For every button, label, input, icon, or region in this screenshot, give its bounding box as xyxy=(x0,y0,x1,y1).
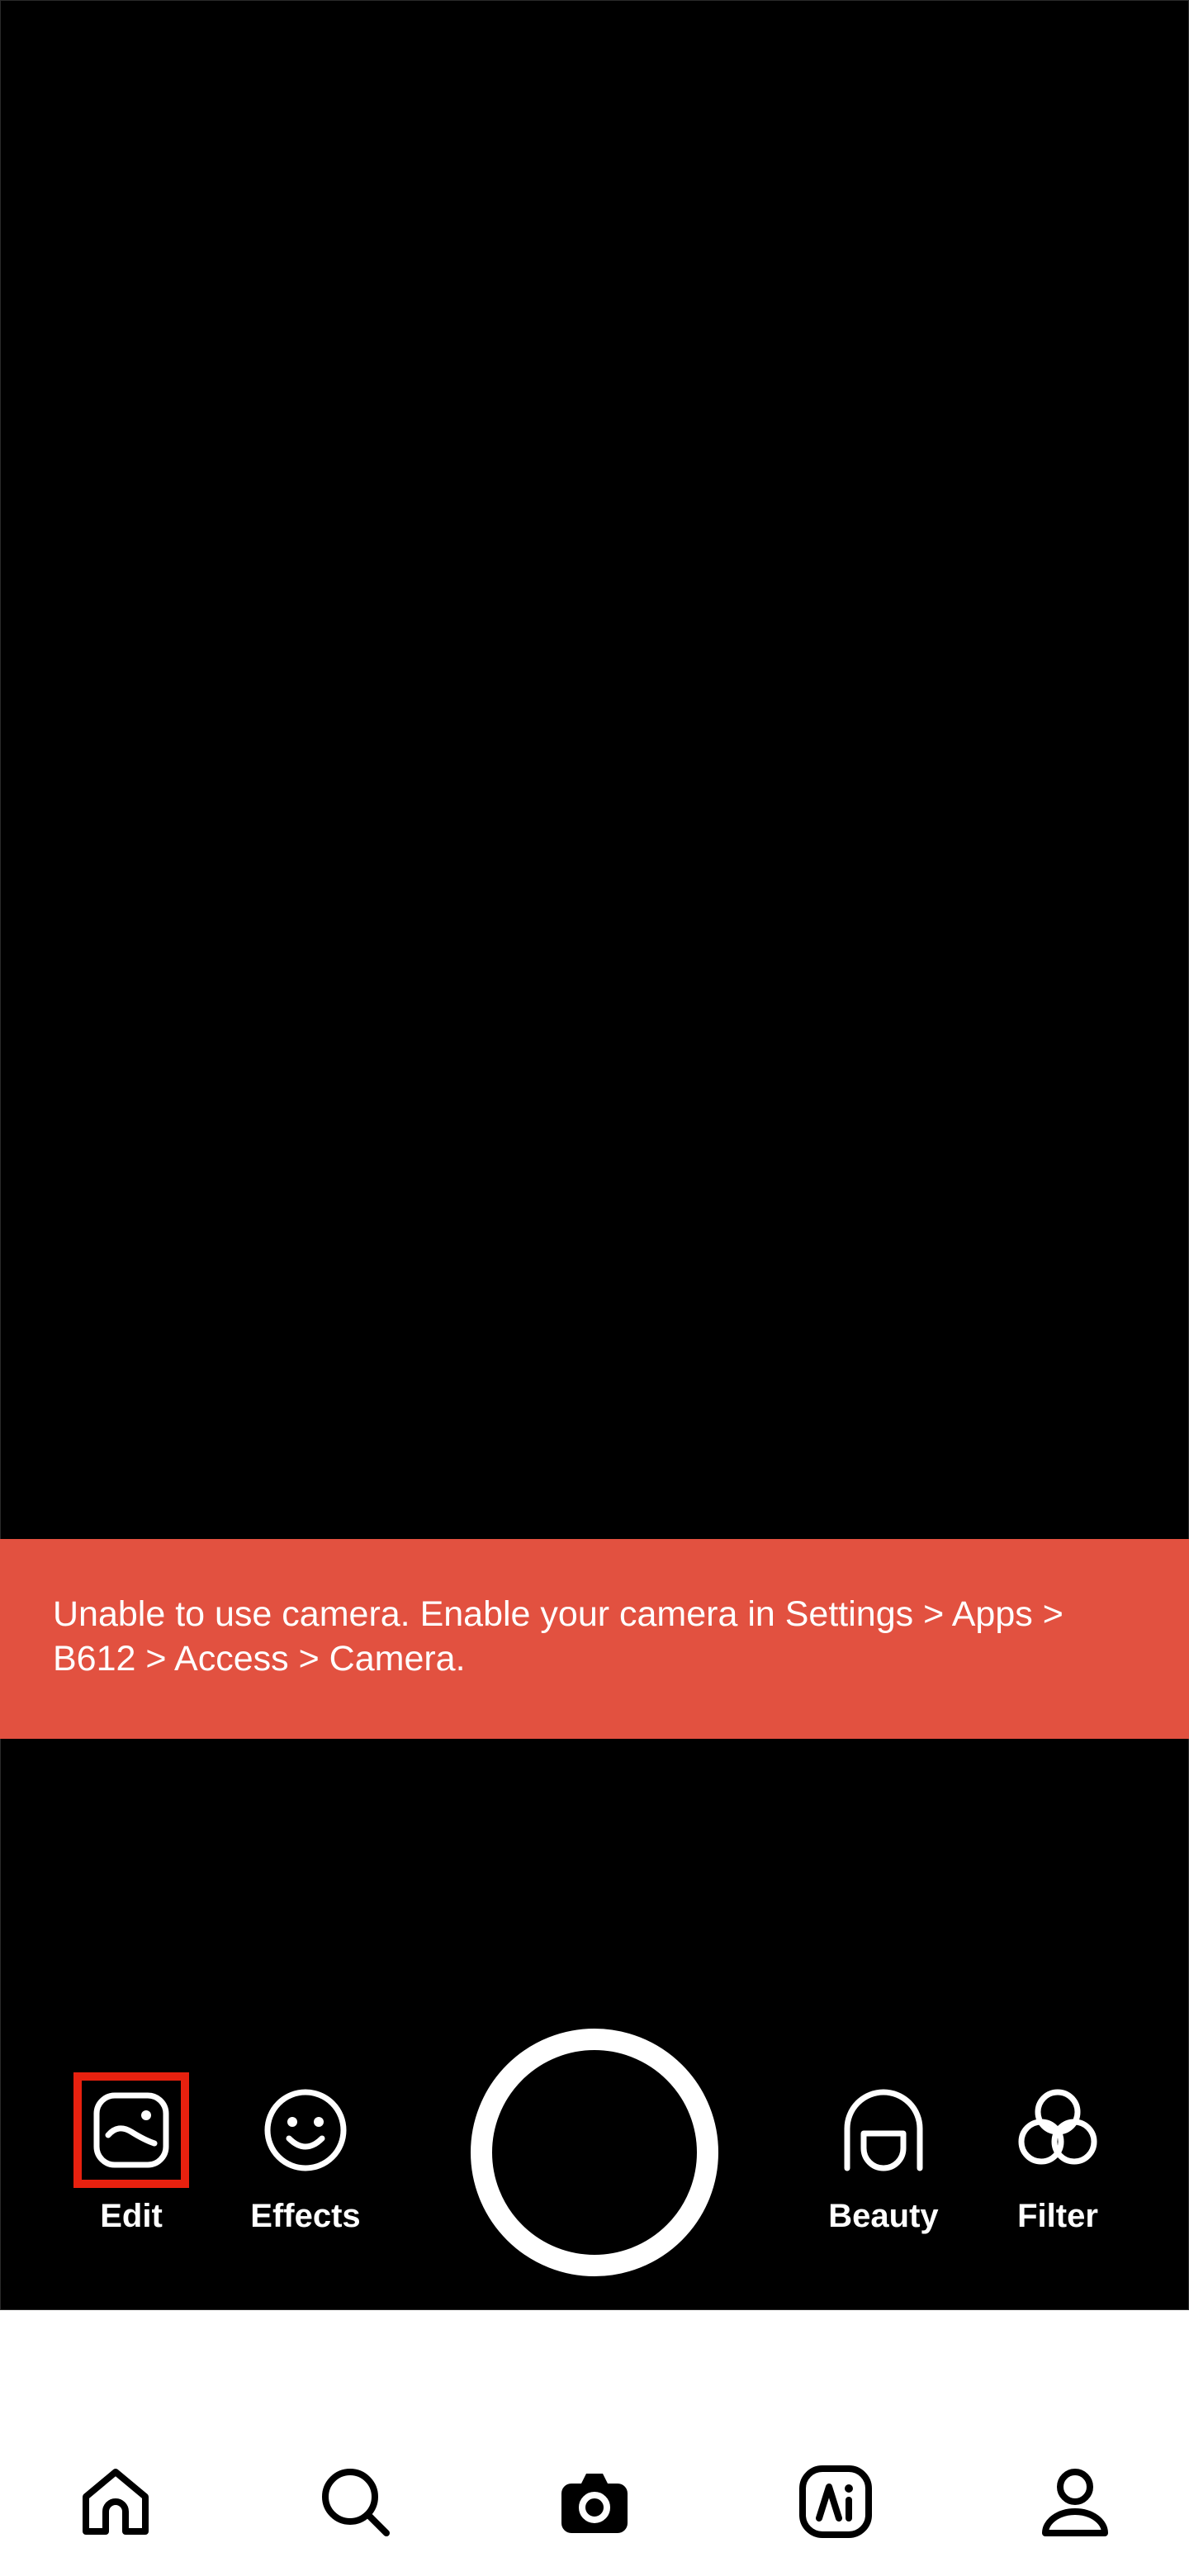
search-icon xyxy=(322,2469,390,2536)
edit-button[interactable]: Edit xyxy=(49,2072,214,2235)
nav-ai[interactable] xyxy=(794,2460,877,2543)
filter-label: Filter xyxy=(1017,2198,1098,2234)
three-circles-icon xyxy=(1008,2081,1107,2180)
selection-highlight xyxy=(73,2072,189,2188)
effects-label: Effects xyxy=(250,2198,361,2234)
filter-button[interactable]: Filter xyxy=(975,2081,1140,2235)
profile-icon xyxy=(1042,2469,1108,2536)
camera-icon xyxy=(561,2474,628,2533)
ai-icon xyxy=(799,2465,872,2538)
smiley-icon xyxy=(256,2081,355,2180)
effects-button[interactable]: Effects xyxy=(223,2081,388,2235)
nav-search[interactable] xyxy=(314,2460,396,2543)
face-outline-icon xyxy=(834,2081,933,2180)
shutter-button[interactable] xyxy=(471,2029,718,2276)
nav-home[interactable] xyxy=(74,2460,157,2543)
edit-label: Edit xyxy=(100,2198,163,2234)
beauty-button[interactable]: Beauty xyxy=(801,2081,966,2235)
camera-error-banner: Unable to use camera. Enable your camera… xyxy=(0,1539,1189,1739)
nav-profile[interactable] xyxy=(1034,2460,1116,2543)
home-icon xyxy=(83,2469,149,2535)
nav-camera[interactable] xyxy=(553,2460,636,2543)
camera-viewfinder[interactable] xyxy=(0,0,1189,2310)
camera-error-message: Unable to use camera. Enable your camera… xyxy=(53,1594,1063,1679)
beauty-label: Beauty xyxy=(828,2198,939,2234)
bottom-navigation xyxy=(0,2310,1189,2576)
image-edit-icon xyxy=(73,2072,189,2188)
